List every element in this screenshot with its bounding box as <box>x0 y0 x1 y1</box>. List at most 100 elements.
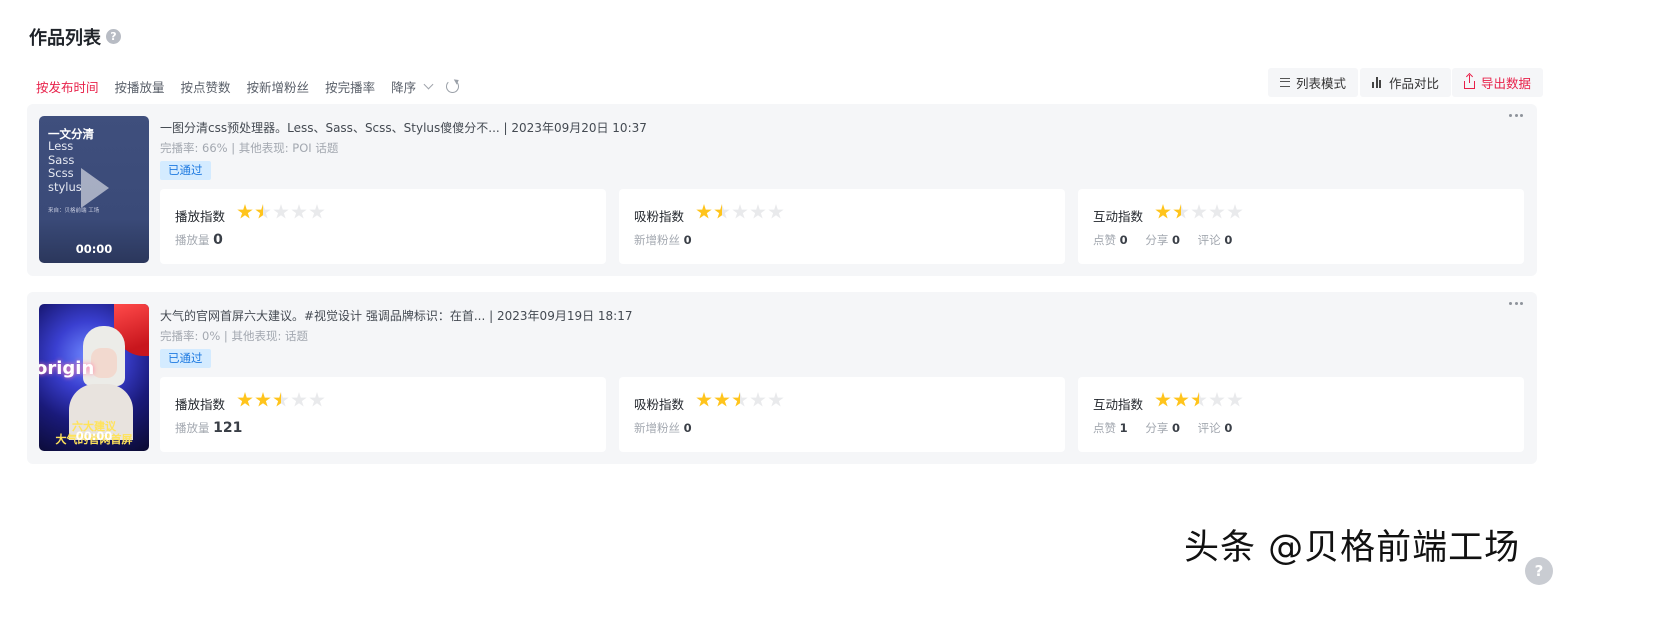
star-icon <box>1191 392 1207 407</box>
play-icon[interactable] <box>81 168 109 208</box>
sort-by-plays[interactable]: 按播放量 <box>115 77 165 96</box>
stat-label: 新增粉丝 <box>634 233 680 247</box>
star-icon <box>1191 204 1207 219</box>
star-icon <box>237 392 253 407</box>
star-icon <box>768 204 784 219</box>
interact-index-label: 互动指数 <box>1093 397 1144 412</box>
interact-index-label: 互动指数 <box>1093 209 1144 224</box>
stat-value: 0 <box>683 421 692 435</box>
bar-chart-icon <box>1372 77 1383 88</box>
play-count: 播放量 0 <box>175 232 223 248</box>
work-title: 一图分清css预处理器。Less、Sass、Scss、Stylus傻傻分不... <box>160 121 500 135</box>
star-icon <box>750 204 766 219</box>
star-icon <box>273 204 289 219</box>
help-icon[interactable]: ? <box>1525 557 1553 585</box>
compare-label: 作品对比 <box>1389 76 1440 91</box>
thumbnail-line: Scss <box>48 166 74 180</box>
work-title-line[interactable]: 一图分清css预处理器。Less、Sass、Scss、Stylus傻傻分不...… <box>160 119 647 136</box>
star-icon <box>1155 204 1171 219</box>
work-item: 一文分清 Less Sass Scss stylus 来自：贝格前端 工场 00… <box>27 104 1537 276</box>
play-index-label: 播放指数 <box>175 397 226 412</box>
stat-value: 0 <box>213 232 223 248</box>
sort-bar: 按发布时间 按播放量 按点赞数 按新增粉丝 按完播率 降序 <box>36 76 460 96</box>
video-thumbnail[interactable]: 一文分清 Less Sass Scss stylus 来自：贝格前端 工场 00… <box>39 116 149 263</box>
star-icon <box>1227 204 1243 219</box>
page-title: 作品列表 <box>29 28 101 49</box>
likes-count: 0 <box>1119 233 1128 247</box>
star-rating <box>696 204 784 220</box>
star-rating <box>1155 204 1243 220</box>
star-icon <box>768 392 784 407</box>
star-rating <box>696 392 784 408</box>
thumbnail-line: Sass <box>48 152 75 167</box>
export-label: 导出数据 <box>1481 76 1532 91</box>
shares-count: 0 <box>1171 233 1180 247</box>
star-icon <box>1173 392 1189 407</box>
star-icon <box>1227 392 1243 407</box>
star-icon <box>714 204 730 219</box>
star-icon <box>732 392 748 407</box>
star-icon <box>1209 392 1225 407</box>
star-icon <box>696 392 712 407</box>
star-icon <box>750 392 766 407</box>
stat-value: 0 <box>683 233 692 247</box>
star-icon <box>237 204 253 219</box>
refresh-icon[interactable] <box>446 79 460 93</box>
star-icon <box>255 204 271 219</box>
thumbnail-line: Less <box>48 139 74 153</box>
publish-date: | 2023年09月19日 18:17 <box>489 309 633 323</box>
star-icon <box>696 204 712 219</box>
sort-by-likes[interactable]: 按点赞数 <box>181 77 231 96</box>
sort-order-select[interactable]: 降序 <box>391 77 434 96</box>
star-icon <box>714 392 730 407</box>
play-index-label: 播放指数 <box>175 209 226 224</box>
status-badge: 已通过 <box>160 349 211 368</box>
export-icon <box>1464 74 1475 89</box>
likes-count: 1 <box>1119 421 1128 435</box>
chevron-down-icon <box>423 79 434 90</box>
video-duration: 00:00 <box>75 429 113 443</box>
interaction-stats: 点赞 0 分享 0 评论 0 <box>1093 232 1232 248</box>
sort-by-new-fans[interactable]: 按新增粉丝 <box>247 77 310 96</box>
star-icon <box>291 204 307 219</box>
star-icon <box>732 204 748 219</box>
sort-by-completion-rate[interactable]: 按完播率 <box>325 77 375 96</box>
fans-index-label: 吸粉指数 <box>634 209 685 224</box>
thumbnail-neon-text: origin <box>39 358 95 379</box>
play-index-card: 播放指数 播放量 121 <box>160 377 606 452</box>
sort-by-publish-time[interactable]: 按发布时间 <box>36 77 99 96</box>
star-icon <box>309 392 325 407</box>
work-metrics: 完播率: 66% | 其他表现: POI 话题 <box>160 141 339 155</box>
star-icon <box>1209 204 1225 219</box>
help-icon[interactable]: ? <box>106 29 121 44</box>
work-title-line[interactable]: 大气的官网首屏六大建议。#视觉设计 强调品牌标识：在首... | 2023年09… <box>160 307 633 324</box>
stat-value: 121 <box>213 420 243 436</box>
new-fans: 新增粉丝 0 <box>634 232 692 248</box>
star-icon <box>1155 392 1171 407</box>
thumbnail-line: stylus <box>48 179 82 194</box>
new-fans: 新增粉丝 0 <box>634 420 692 436</box>
star-icon <box>291 392 307 407</box>
video-duration: 00:00 <box>75 242 113 256</box>
fans-index-card: 吸粉指数 新增粉丝 0 <box>619 377 1065 452</box>
star-icon <box>255 392 271 407</box>
more-icon[interactable] <box>1509 302 1523 305</box>
shares-label: 分享 <box>1145 421 1169 435</box>
thumbnail-text: Less Sass Scss stylus <box>48 139 82 194</box>
work-item: origin 六大建议 大气的官网首屏 00:00 大气的官网首屏六大建议。#视… <box>27 292 1537 464</box>
list-icon <box>1280 78 1290 87</box>
export-data-button[interactable]: 导出数据 <box>1452 68 1544 97</box>
list-mode-label: 列表模式 <box>1296 76 1347 91</box>
compare-button[interactable]: 作品对比 <box>1360 68 1452 97</box>
list-mode-button[interactable]: 列表模式 <box>1268 68 1359 97</box>
star-icon <box>273 392 289 407</box>
shares-label: 分享 <box>1145 233 1169 247</box>
work-title: 大气的官网首屏六大建议。#视觉设计 强调品牌标识：在首... <box>160 309 486 323</box>
star-rating <box>237 204 325 220</box>
star-rating <box>237 392 325 408</box>
play-count: 播放量 121 <box>175 420 242 436</box>
more-icon[interactable] <box>1509 114 1523 117</box>
work-metrics: 完播率: 0% | 其他表现: 话题 <box>160 329 308 343</box>
video-thumbnail[interactable]: origin 六大建议 大气的官网首屏 00:00 <box>39 304 149 451</box>
works-page: 作品列表 ? 按发布时间 按播放量 按点赞数 按新增粉丝 按完播率 降序 列表模… <box>0 0 1669 617</box>
